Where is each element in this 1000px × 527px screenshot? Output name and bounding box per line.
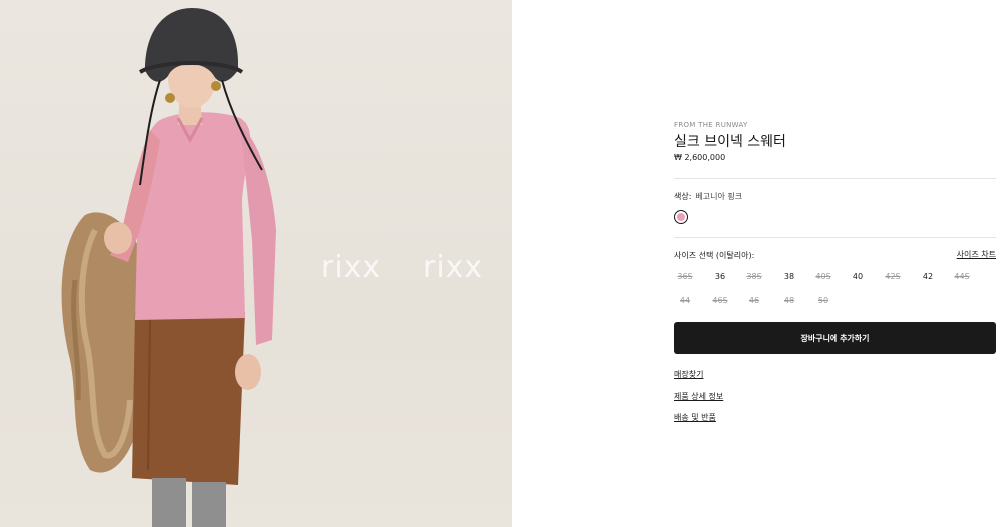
- product-details-link[interactable]: 제품 상세 정보: [674, 391, 723, 402]
- size-option[interactable]: 44: [670, 296, 700, 305]
- shipping-returns-link[interactable]: 배송 및 반품: [674, 412, 716, 423]
- size-option[interactable]: 38S: [739, 272, 769, 281]
- size-select-label: 사이즈 선택 (이탈리아):: [674, 251, 755, 260]
- color-value: 베고니아 핑크: [695, 192, 743, 201]
- product-price: ₩ 2,600,000: [674, 153, 726, 162]
- size-chart-link[interactable]: 사이즈 차트: [957, 249, 996, 260]
- size-option[interactable]: 42: [913, 272, 943, 281]
- size-option[interactable]: 36: [705, 272, 735, 281]
- size-option[interactable]: 48: [774, 296, 804, 305]
- color-label: 색상:: [674, 192, 692, 201]
- size-option[interactable]: 40S: [808, 272, 838, 281]
- size-option[interactable]: 38: [774, 272, 804, 281]
- product-details-panel: FROM THE RUNWAY 실크 브이넥 스웨터 ₩ 2,600,000 색…: [674, 0, 996, 527]
- product-title: 실크 브이넥 스웨터: [674, 134, 786, 150]
- size-option[interactable]: 42S: [878, 272, 908, 281]
- divider: [674, 237, 996, 238]
- color-row: 색상: 베고니아 핑크: [674, 191, 742, 202]
- color-swatch-begonia-pink[interactable]: [674, 210, 688, 224]
- watermark-text: rixx: [321, 250, 382, 285]
- size-option[interactable]: 40: [843, 272, 873, 281]
- store-finder-link[interactable]: 매장찾기: [674, 369, 703, 380]
- size-option[interactable]: 50: [808, 296, 838, 305]
- add-to-cart-button[interactable]: 장바구니에 추가하기: [674, 322, 996, 354]
- product-image: rixx rixx: [0, 0, 512, 527]
- size-option[interactable]: 46: [739, 296, 769, 305]
- collection-label: FROM THE RUNWAY: [674, 121, 748, 129]
- size-option[interactable]: 44S: [947, 272, 977, 281]
- divider: [674, 178, 996, 179]
- size-option[interactable]: 46S: [705, 296, 735, 305]
- watermark-text: rixx: [423, 250, 484, 285]
- size-option[interactable]: 36S: [670, 272, 700, 281]
